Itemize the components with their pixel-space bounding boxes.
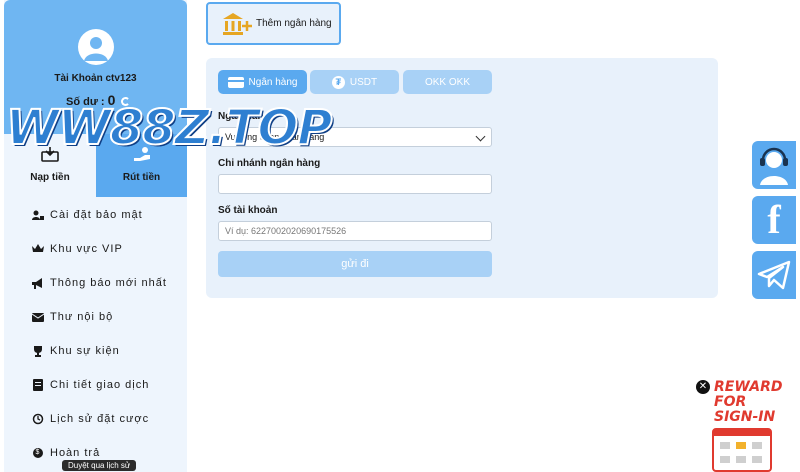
facebook-icon: f <box>767 197 781 242</box>
tether-icon: ₮ <box>331 75 345 89</box>
account-name: Tài Khoản ctv123 <box>54 73 137 84</box>
telegram-icon <box>757 260 791 290</box>
envelope-icon <box>32 311 44 323</box>
headset-icon <box>760 147 788 185</box>
sidebar-item-inbox[interactable]: Thư nội bộ <box>4 300 187 334</box>
sidebar: Tài Khoản ctv123 Số dư : 0 Nạp tiền Rút … <box>4 0 187 472</box>
account-number-input[interactable]: Ví dụ: 6227002020690175526 <box>218 221 492 241</box>
calendar-icon <box>712 428 772 472</box>
sidebar-item-label: Khu sự kiện <box>50 345 120 357</box>
method-okk-label: OKK OKK <box>424 76 470 88</box>
user-avatar-icon <box>84 37 108 61</box>
history-icon <box>32 413 44 425</box>
sidebar-item-security[interactable]: Cài đặt bảo mật <box>4 198 187 232</box>
close-icon[interactable]: ✕ <box>696 380 710 394</box>
sidebar-menu: Cài đặt bảo mật Khu vực VIP Thông báo mớ… <box>4 198 187 470</box>
avatar[interactable] <box>78 29 114 65</box>
sidebar-item-label: Chi tiết giao dịch <box>50 379 150 391</box>
sidebar-item-label: Lịch sử đặt cược <box>50 413 150 425</box>
support-button[interactable] <box>752 141 796 189</box>
crown-icon <box>32 243 44 255</box>
trophy-icon <box>32 345 44 357</box>
tab-deposit-label: Nạp tiền <box>30 172 70 183</box>
method-bank-label: Ngân hàng <box>248 76 298 88</box>
method-okk-button[interactable]: OKK OKK <box>403 70 492 94</box>
sidebar-item-label: Khu vực VIP <box>50 243 123 255</box>
withdraw-panel: Ngân hàng ₮ USDT OKK OKK Ngân hàng Vui l… <box>206 58 718 298</box>
bank-card-icon <box>227 76 244 88</box>
method-usdt-label: USDT <box>349 76 378 88</box>
tooltip: Duyệt qua lịch sử <box>62 460 137 471</box>
sidebar-item-events[interactable]: Khu sự kiện <box>4 334 187 368</box>
sidebar-item-bet-history[interactable]: Lịch sử đặt cược <box>4 402 187 436</box>
telegram-button[interactable] <box>752 251 796 299</box>
tab-withdraw-label: Rút tiền <box>122 172 161 183</box>
reward-sign-in[interactable]: ✕ REWARD FOR SIGN-IN <box>696 378 800 472</box>
sidebar-item-transactions[interactable]: Chi tiết giao dịch <box>4 368 187 402</box>
branch-input[interactable] <box>218 174 492 194</box>
reward-line: SIGN-IN <box>714 409 776 425</box>
sidebar-item-vip[interactable]: Khu vực VIP <box>4 232 187 266</box>
facebook-button[interactable]: f <box>752 196 796 244</box>
receipt-icon <box>32 379 44 391</box>
sidebar-item-label: Thông báo mới nhất <box>50 277 167 289</box>
method-bank-button[interactable]: Ngân hàng <box>218 70 307 94</box>
watermark-text: WW88Z.TOP <box>5 99 333 157</box>
add-bank-label: Thêm ngân hàng <box>256 18 332 29</box>
chevron-down-icon <box>475 131 486 142</box>
add-bank-button[interactable]: Thêm ngân hàng <box>206 2 341 45</box>
sidebar-item-label: Thư nội bộ <box>50 311 114 323</box>
reward-text: REWARD FOR SIGN-IN <box>714 380 783 425</box>
user-lock-icon <box>32 209 44 221</box>
bank-plus-icon <box>223 12 252 35</box>
watermark: WW88Z.TOP <box>5 99 333 164</box>
method-usdt-button[interactable]: ₮ USDT <box>310 70 399 94</box>
sidebar-item-label: Cài đặt bảo mật <box>50 209 143 221</box>
withdraw-page: Tài Khoản ctv123 Số dư : 0 Nạp tiền Rút … <box>0 0 800 472</box>
account-number-label: Số tài khoản <box>218 205 278 216</box>
submit-button[interactable]: gửi đi <box>218 251 492 277</box>
megaphone-icon <box>32 277 44 289</box>
coin-icon: $ <box>32 447 44 459</box>
reward-line: REWARD <box>714 379 783 395</box>
reward-line: FOR <box>714 394 747 410</box>
sidebar-item-news[interactable]: Thông báo mới nhất <box>4 266 187 300</box>
sidebar-item-label: Hoàn trả <box>50 447 101 459</box>
